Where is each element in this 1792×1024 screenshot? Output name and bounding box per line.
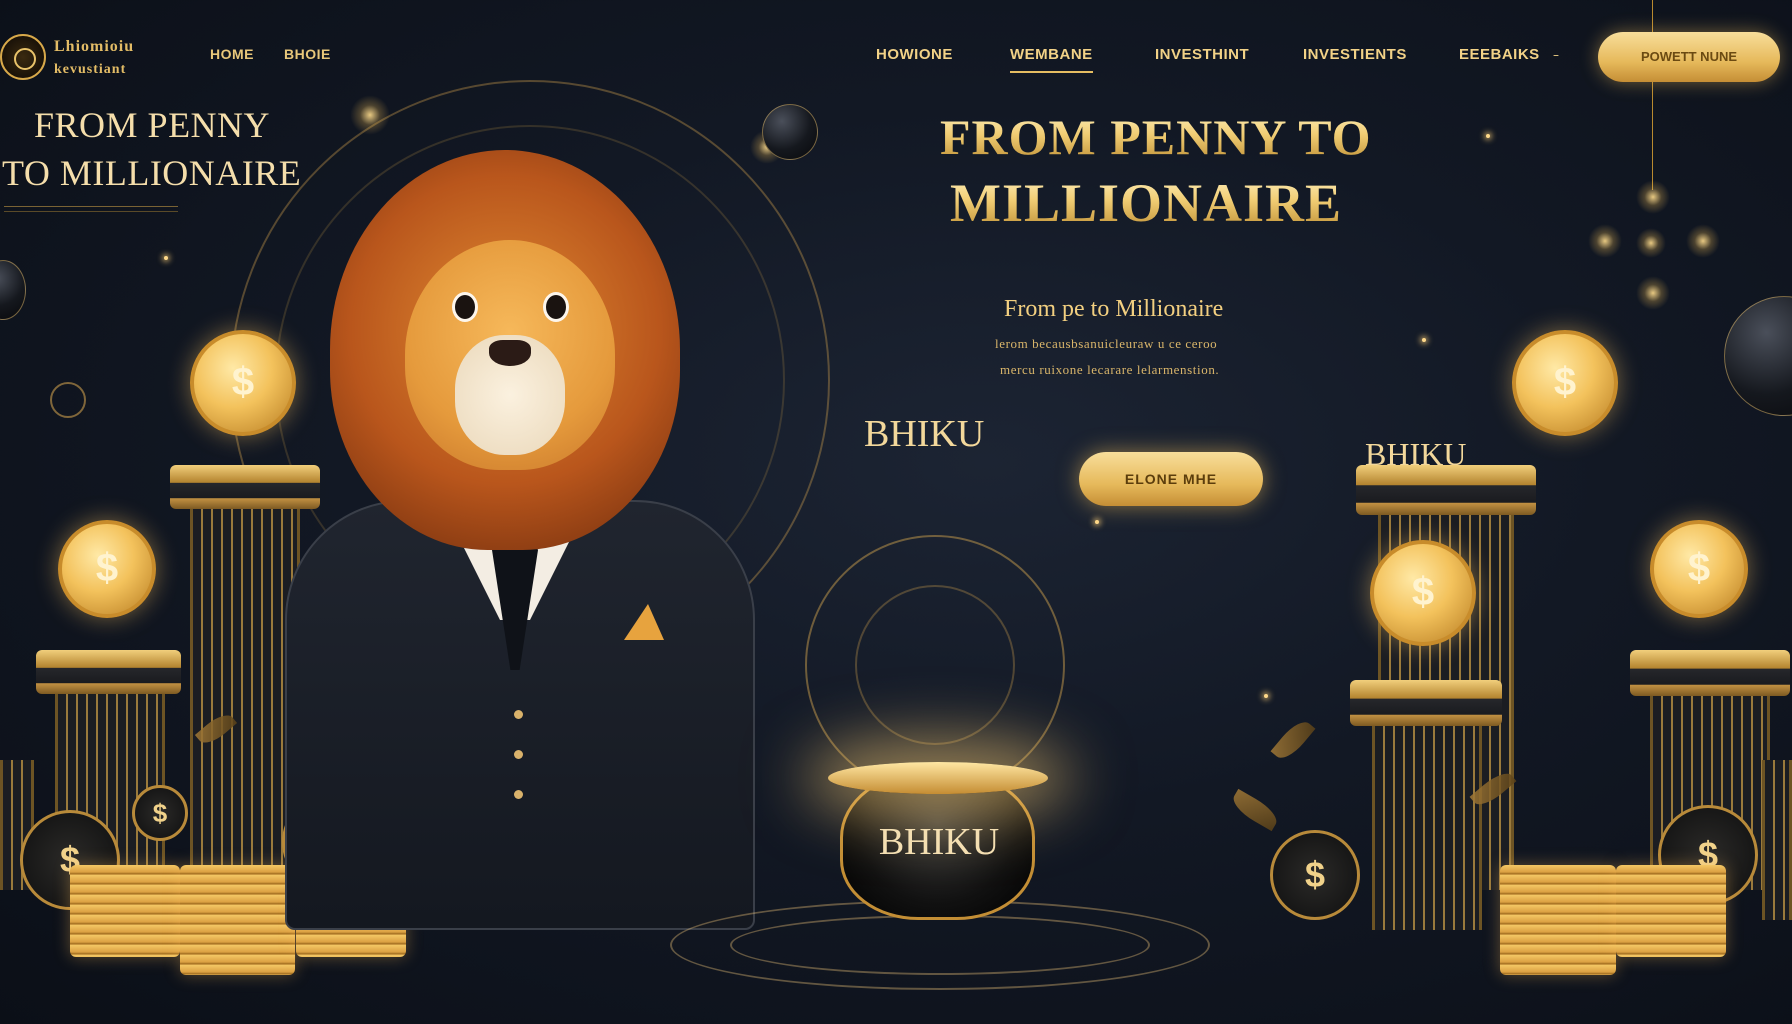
left-headline-line2: TO MILLIONAIRE — [2, 153, 302, 193]
sparkle — [164, 256, 168, 260]
dark-orb — [1724, 296, 1792, 416]
pot-glow-ring — [730, 915, 1150, 975]
dark-orb — [762, 104, 818, 160]
dollar-coin-icon: $ — [58, 520, 156, 618]
sparkle — [1264, 694, 1268, 698]
dollar-coin-icon: $ — [1512, 330, 1618, 436]
pillar-cap — [1356, 465, 1536, 515]
pillar — [1372, 710, 1482, 930]
pillar — [190, 495, 300, 875]
header-cta-button[interactable]: POWETT NUNE — [1598, 32, 1780, 82]
dark-orb — [0, 260, 26, 320]
dollar-coin-icon: $ — [132, 785, 188, 841]
suit-button — [514, 710, 523, 719]
pot-label: BHIKU — [878, 821, 1000, 863]
hero-subtitle: From pe to Millionaire — [1004, 296, 1224, 322]
nav-item-active[interactable]: WEMBANE — [1010, 46, 1093, 73]
pillar-cap — [170, 465, 320, 509]
dollar-coin-icon: $ — [1370, 540, 1476, 646]
chevron-down-icon[interactable]: – — [1553, 48, 1563, 62]
hero-title-line1: FROM PENNY TO — [940, 108, 1390, 166]
lion-eye — [452, 292, 478, 322]
nav-item-investments[interactable]: INVESTIENTS — [1303, 46, 1407, 63]
suit-button — [514, 750, 523, 759]
coin-stack — [1500, 865, 1616, 975]
hero-title-line2: MILLIONAIRE — [950, 172, 1400, 234]
glow-orb — [350, 95, 390, 135]
nav-item-investment[interactable]: INVESTHINT — [1155, 46, 1249, 63]
dollar-coin-icon: $ — [1650, 520, 1748, 618]
lion-nose — [489, 340, 531, 366]
brand-logo[interactable]: Lhiomioiu kevustiant — [0, 28, 180, 88]
hero-body-line2: mercu ruixone lecarare lelarmenstion. — [1000, 362, 1220, 377]
money-pot-rim — [828, 762, 1048, 794]
pillar — [1762, 760, 1792, 920]
sparkle — [1486, 134, 1490, 138]
sparkle — [1422, 338, 1426, 342]
pillar-cap — [1350, 680, 1502, 726]
network-node-icon — [50, 382, 86, 418]
left-headline-line1: FROM PENNY — [34, 105, 271, 145]
dollar-coin-icon: $ — [1270, 830, 1360, 920]
coin-stack — [70, 865, 180, 957]
coin-stack — [1616, 865, 1726, 957]
brand-name-line2: kevustiant — [54, 62, 127, 77]
lion-eye — [543, 292, 569, 322]
laurel-leaf — [1228, 788, 1282, 832]
hero-cta-button[interactable]: ELONE MHE — [1079, 452, 1263, 506]
nav-left-secondary[interactable]: BHOIE — [284, 46, 331, 62]
decorative-ring-center-inner — [855, 585, 1015, 745]
nav-item-feedbacks[interactable]: EEEBAIKS — [1459, 46, 1540, 63]
dollar-coin-icon: $ — [190, 330, 296, 436]
coin-stack — [180, 865, 295, 975]
pillar-cap — [1630, 650, 1790, 696]
laurel-leaf — [1270, 715, 1316, 765]
suit-button — [514, 790, 523, 799]
nav-item-home[interactable]: HOWIONE — [876, 46, 953, 63]
nav-left-home[interactable]: HOME — [210, 46, 254, 62]
sparkle — [1095, 520, 1099, 524]
lion-logo-icon — [0, 34, 46, 80]
hanging-network-icon — [1588, 0, 1720, 310]
brand-name-line1: Lhiomioiu — [54, 38, 135, 55]
bhiku-label: BHIKU — [864, 413, 985, 455]
hero-body-line1: lerom becausbsanuicleuraw u ce ceroo — [995, 336, 1218, 351]
headline-divider — [4, 206, 178, 212]
pillar-cap — [36, 650, 181, 694]
